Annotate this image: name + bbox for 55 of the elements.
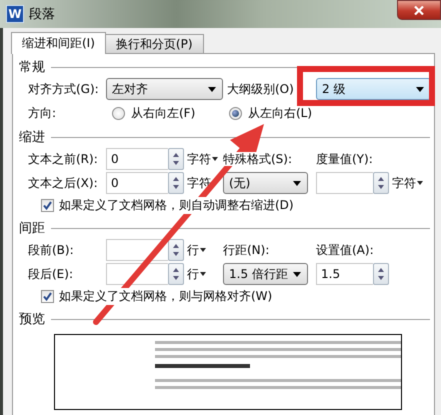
field-label: 文本之后(X): [28,176,98,190]
field-label: 特殊格式(S): [223,152,292,166]
close-icon [414,6,424,14]
field-label: 行距(N): [223,243,270,257]
radio-label: 从右向左(F) [131,104,196,122]
radio-button[interactable] [229,106,242,120]
caret-icon [212,157,218,161]
section-heading: 预览 [19,311,45,328]
dropdown[interactable]: 左对齐 [106,78,223,100]
field-label: 段前(B): [28,243,74,257]
tab[interactable]: 换行和分页(P) [104,34,204,53]
section-heading: 间距 [19,220,45,237]
checkbox[interactable] [41,290,54,303]
number-field[interactable]: 0 [106,172,168,194]
field-label: 方向: [28,106,56,120]
unit-dropdown[interactable]: 行 [184,263,206,285]
number-field[interactable] [316,172,373,194]
caret-icon [416,86,424,92]
section-heading: 常规 [19,59,45,76]
number-field[interactable]: 0 [106,148,168,170]
unit-dropdown[interactable]: 行 [184,239,206,261]
unit-dropdown[interactable]: 字符 [389,172,423,194]
caret-icon [200,248,206,252]
dropdown[interactable]: 1.5 倍行距 [223,263,308,285]
radio-label: 从左向右(L) [248,104,312,122]
spin-buttons[interactable] [168,263,184,285]
caret-icon [293,272,301,276]
window-title: 段落 [29,6,55,23]
checkbox-label: 如果定义了文档网格，则自动调整右缩进(D) [59,197,294,214]
field-label: 段后(E): [28,267,73,281]
caret-icon [293,180,301,186]
dropdown[interactable]: (无) [223,172,308,194]
field-label: 度量值(Y): [316,152,373,166]
field-label: 对齐方式(G): [28,82,99,96]
field-label: 设置值(A): [316,243,374,257]
spin-buttons[interactable] [168,148,184,170]
tab[interactable]: 缩进和间距(I) [11,32,106,54]
caret-icon [200,272,206,276]
field-label: 大纲级别(O) [227,82,294,96]
app-logo: W [6,5,24,23]
radio-button[interactable] [112,106,125,120]
dropdown[interactable]: 2 级 [316,78,431,100]
checkbox[interactable] [41,199,54,212]
spin-buttons[interactable] [373,172,389,194]
number-field[interactable]: 1.5 [316,263,373,285]
field-label: 文本之前(R): [28,152,98,166]
caret-icon [417,181,423,185]
spin-buttons[interactable] [168,239,184,261]
spin-buttons[interactable] [373,263,389,285]
section-heading: 缩进 [19,129,45,146]
checkbox-label: 如果定义了文档网格，则与网格对齐(W) [59,288,272,305]
unit-dropdown[interactable]: 字符 [184,148,218,170]
caret-icon [208,86,216,92]
close-button[interactable] [397,0,441,20]
spin-buttons[interactable] [168,172,184,194]
